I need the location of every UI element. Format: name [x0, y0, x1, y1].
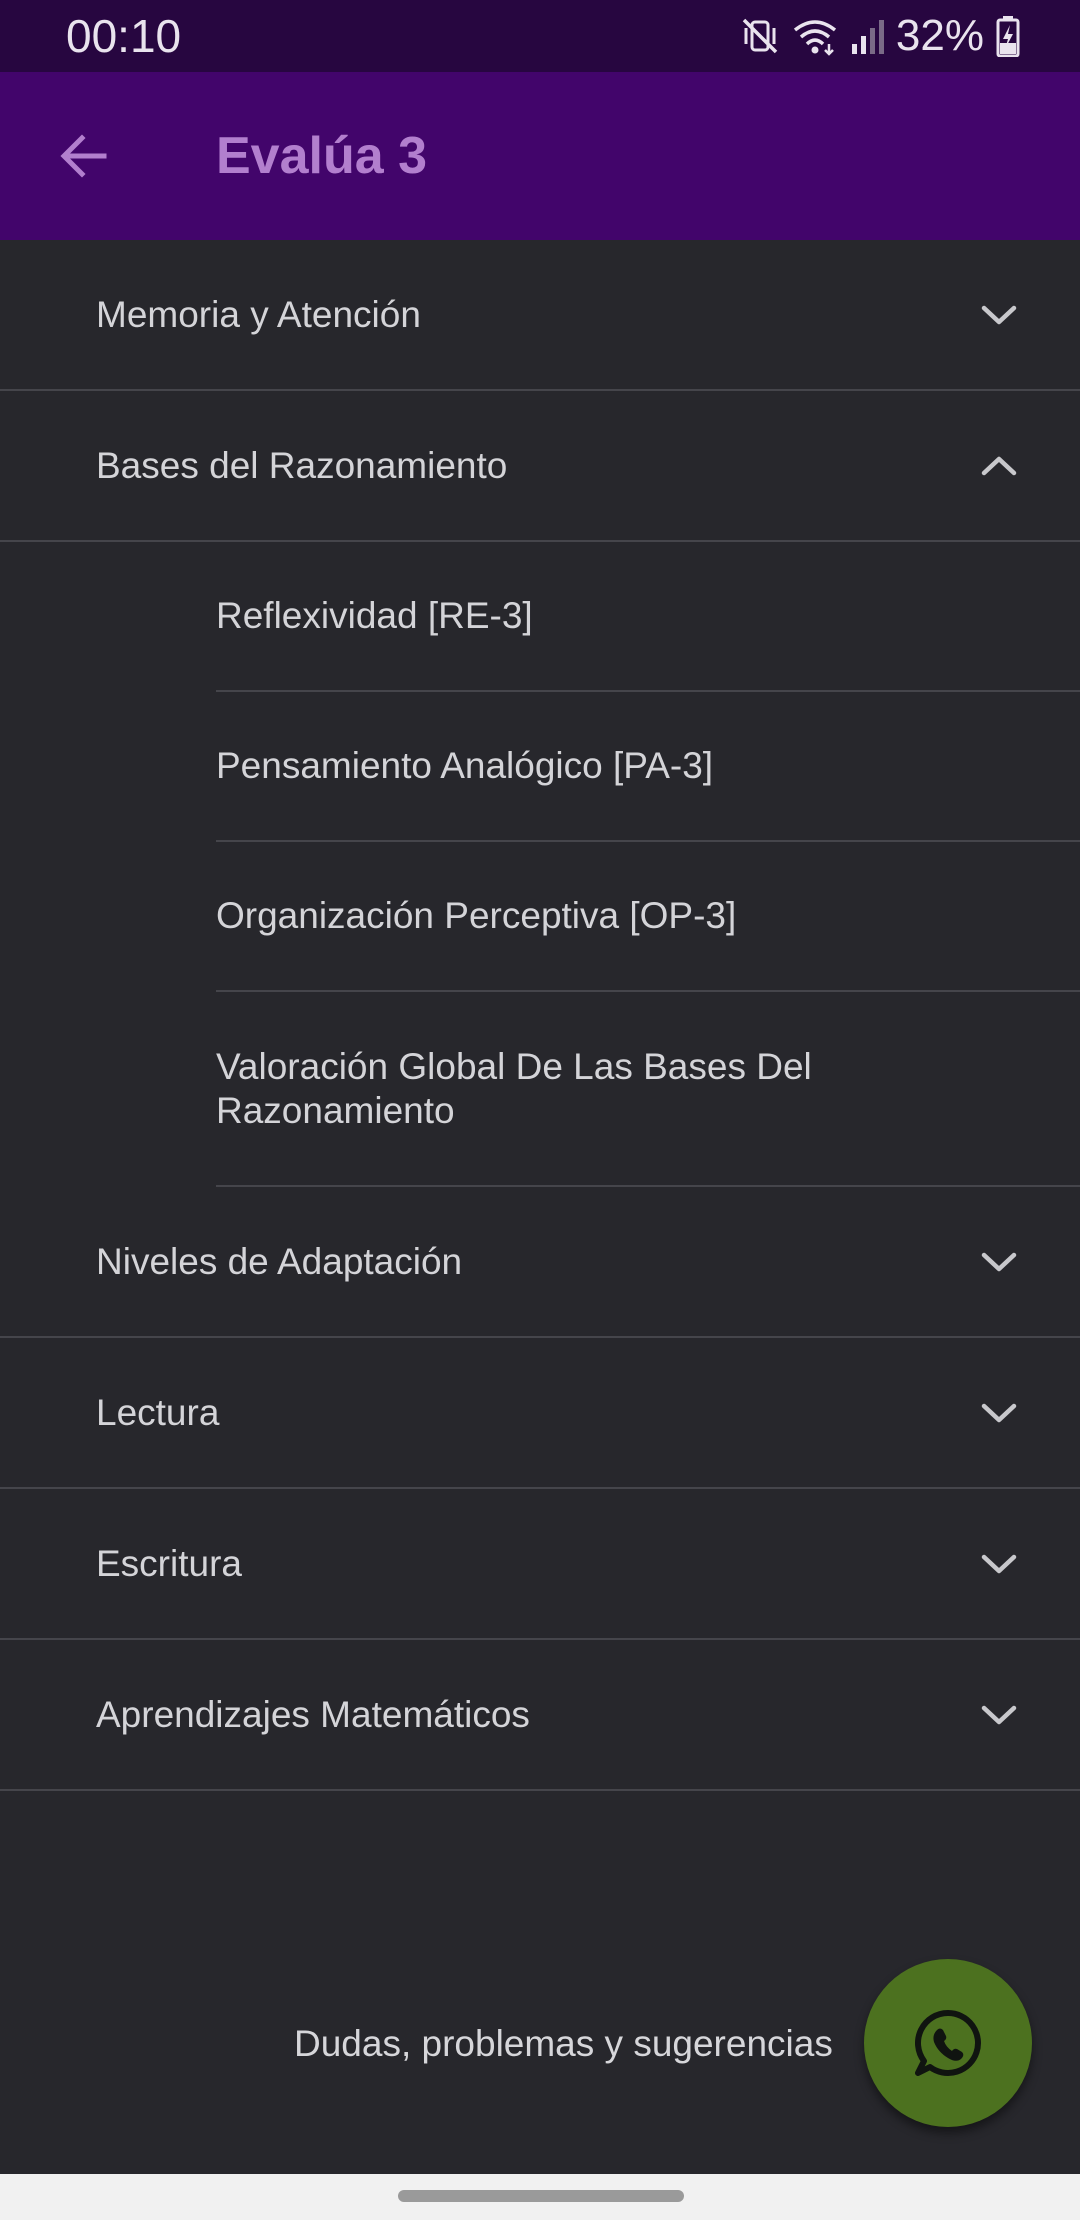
back-button[interactable]	[36, 108, 132, 204]
expandable-list: Memoria y Atención Bases del Razonamient…	[0, 240, 1080, 1791]
chevron-down-icon	[981, 305, 1017, 325]
chevron-down-icon	[981, 1705, 1017, 1725]
section-label: Escritura	[96, 1542, 242, 1584]
list-item-label: Organización Perceptiva [OP-3]	[216, 895, 737, 936]
section-label: Bases del Razonamiento	[96, 444, 508, 486]
chevron-up-icon	[981, 456, 1017, 476]
mute-vibrate-icon	[742, 18, 778, 54]
section-niveles-adaptacion[interactable]: Niveles de Adaptación	[0, 1187, 1080, 1338]
whatsapp-icon	[915, 2010, 981, 2076]
section-label: Niveles de Adaptación	[96, 1240, 463, 1282]
section-memoria-atencion[interactable]: Memoria y Atención	[0, 240, 1080, 391]
whatsapp-button[interactable]	[864, 1959, 1032, 2127]
section-aprendizajes-matematicos[interactable]: Aprendizajes Matemáticos	[0, 1640, 1080, 1791]
section-escritura[interactable]: Escritura	[0, 1489, 1080, 1640]
signal-icon	[851, 20, 884, 54]
status-time: 00:10	[66, 10, 182, 62]
list-item-reflexividad[interactable]: Reflexividad [RE-3]	[216, 542, 1080, 692]
status-icons: 32%	[740, 12, 1020, 60]
help-text: Dudas, problemas y sugerencias	[294, 2023, 833, 2064]
list-item-valoracion-global[interactable]: Valoración Global De Las Bases Del Razon…	[216, 992, 1080, 1187]
section-label: Lectura	[96, 1391, 220, 1433]
list-item-label: Pensamiento Analógico [PA-3]	[216, 745, 714, 786]
chevron-down-icon	[981, 1554, 1017, 1574]
section-lectura[interactable]: Lectura	[0, 1338, 1080, 1489]
battery-charging-icon	[996, 16, 1020, 57]
app-bar: Evalúa 3	[0, 72, 1080, 240]
list-item-organizacion-perceptiva[interactable]: Organización Perceptiva [OP-3]	[216, 842, 1080, 992]
list-item-pensamiento-analogico[interactable]: Pensamiento Analógico [PA-3]	[216, 692, 1080, 842]
list-item-label: Reflexividad [RE-3]	[216, 595, 533, 636]
section-label: Aprendizajes Matemáticos	[96, 1693, 530, 1735]
section-bases-razonamiento[interactable]: Bases del Razonamiento	[0, 391, 1080, 542]
wifi-icon	[793, 20, 837, 56]
battery-percent: 32%	[895, 11, 984, 60]
status-bar: 00:10 32%	[0, 0, 1080, 72]
section-label: Memoria y Atención	[96, 293, 421, 335]
list-item-label: Valoración Global De Las Bases Del Razon…	[216, 1045, 812, 1131]
navigation-bar	[0, 2174, 1080, 2220]
page-title: Evalúa 3	[216, 127, 428, 185]
chevron-down-icon	[981, 1252, 1017, 1272]
chevron-down-icon	[981, 1403, 1017, 1423]
arrow-back-icon	[60, 134, 107, 178]
home-indicator[interactable]	[398, 2190, 684, 2202]
